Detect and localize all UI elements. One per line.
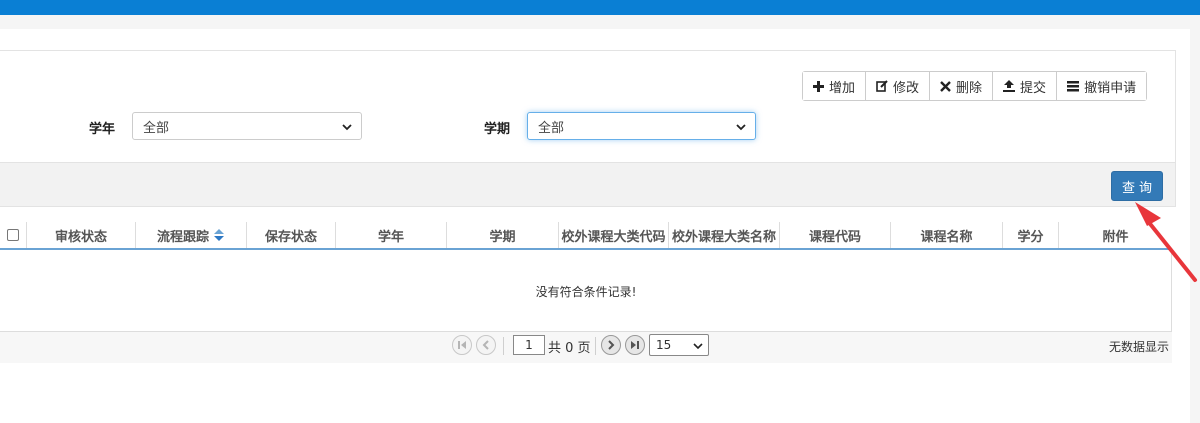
edit-button-label: 修改 bbox=[893, 80, 920, 96]
next-page-button[interactable] bbox=[601, 335, 621, 355]
year-select[interactable]: 全部 bbox=[132, 112, 362, 140]
sort-icon bbox=[213, 228, 225, 242]
last-page-icon bbox=[631, 341, 639, 349]
page-size-select[interactable]: 15 bbox=[649, 334, 709, 356]
term-select[interactable]: 全部 bbox=[527, 112, 756, 140]
edit-button[interactable]: 修改 bbox=[866, 72, 931, 100]
submit-button[interactable]: 提交 bbox=[993, 72, 1058, 100]
submit-button-label: 提交 bbox=[1020, 80, 1047, 96]
annotation-arrow-icon bbox=[1135, 202, 1197, 282]
column-header-label: 流程跟踪 bbox=[156, 229, 209, 245]
query-button-bar bbox=[0, 162, 1175, 206]
edit-icon bbox=[876, 80, 888, 92]
no-data-text: 无数据显示 bbox=[1108, 340, 1169, 354]
column-header[interactable]: 课程名称 bbox=[891, 222, 1003, 248]
revoke-application-label: 撤销申请 bbox=[1084, 80, 1137, 96]
delete-button-label: 删除 bbox=[956, 80, 983, 96]
total-pages-text: 共 0 页 bbox=[548, 341, 591, 356]
add-button[interactable]: 增加 bbox=[803, 72, 867, 100]
empty-message: 没有符合条件记录! bbox=[535, 285, 637, 299]
revoke-application-button[interactable]: 撤销申请 bbox=[1057, 72, 1147, 100]
prev-page-button[interactable] bbox=[476, 335, 496, 355]
year-select-value: 全部 bbox=[143, 120, 170, 136]
chevron-left-icon bbox=[482, 340, 489, 350]
action-toolbar: 增加 修改 删除 提交 撤销申请 bbox=[802, 71, 1148, 101]
pager-separator bbox=[595, 337, 596, 355]
grid-header: 审核状态 流程跟踪 保存状态 学年 学期 校外课程大类代码 校外课程大类名称 课… bbox=[0, 222, 1172, 250]
pager-separator bbox=[503, 337, 504, 355]
year-label: 学年 bbox=[89, 122, 116, 137]
page-size-value: 15 bbox=[656, 338, 672, 352]
chevron-down-icon bbox=[736, 124, 746, 131]
first-page-button[interactable] bbox=[452, 335, 472, 355]
select-all-cell bbox=[0, 222, 27, 248]
column-header[interactable]: 保存状态 bbox=[247, 222, 336, 248]
column-header[interactable]: 学期 bbox=[447, 222, 559, 248]
column-header[interactable]: 校外课程大类代码 bbox=[559, 222, 669, 248]
column-header[interactable]: 学年 bbox=[336, 222, 447, 248]
chevron-down-icon bbox=[342, 124, 352, 131]
last-page-button[interactable] bbox=[625, 335, 645, 355]
delete-button[interactable]: 删除 bbox=[930, 72, 994, 100]
chevron-down-icon bbox=[693, 343, 703, 350]
list-icon bbox=[1067, 80, 1080, 92]
upload-icon bbox=[1003, 80, 1016, 92]
column-header[interactable]: 校外课程大类名称 bbox=[669, 222, 780, 248]
term-select-value: 全部 bbox=[538, 120, 565, 136]
page-number-input[interactable]: 1 bbox=[513, 335, 545, 355]
add-button-label: 增加 bbox=[829, 80, 856, 96]
column-header-sortable[interactable]: 流程跟踪 bbox=[136, 222, 247, 248]
column-header[interactable]: 课程代码 bbox=[780, 222, 891, 248]
chevron-right-icon bbox=[608, 340, 615, 350]
column-header[interactable]: 学分 bbox=[1003, 222, 1059, 248]
select-all-checkbox[interactable] bbox=[7, 229, 19, 241]
column-header[interactable]: 审核状态 bbox=[27, 222, 136, 248]
top-bar bbox=[0, 0, 1200, 15]
plus-icon bbox=[813, 80, 824, 92]
term-label: 学期 bbox=[484, 122, 511, 137]
close-icon bbox=[940, 80, 951, 92]
first-page-icon bbox=[458, 341, 466, 349]
